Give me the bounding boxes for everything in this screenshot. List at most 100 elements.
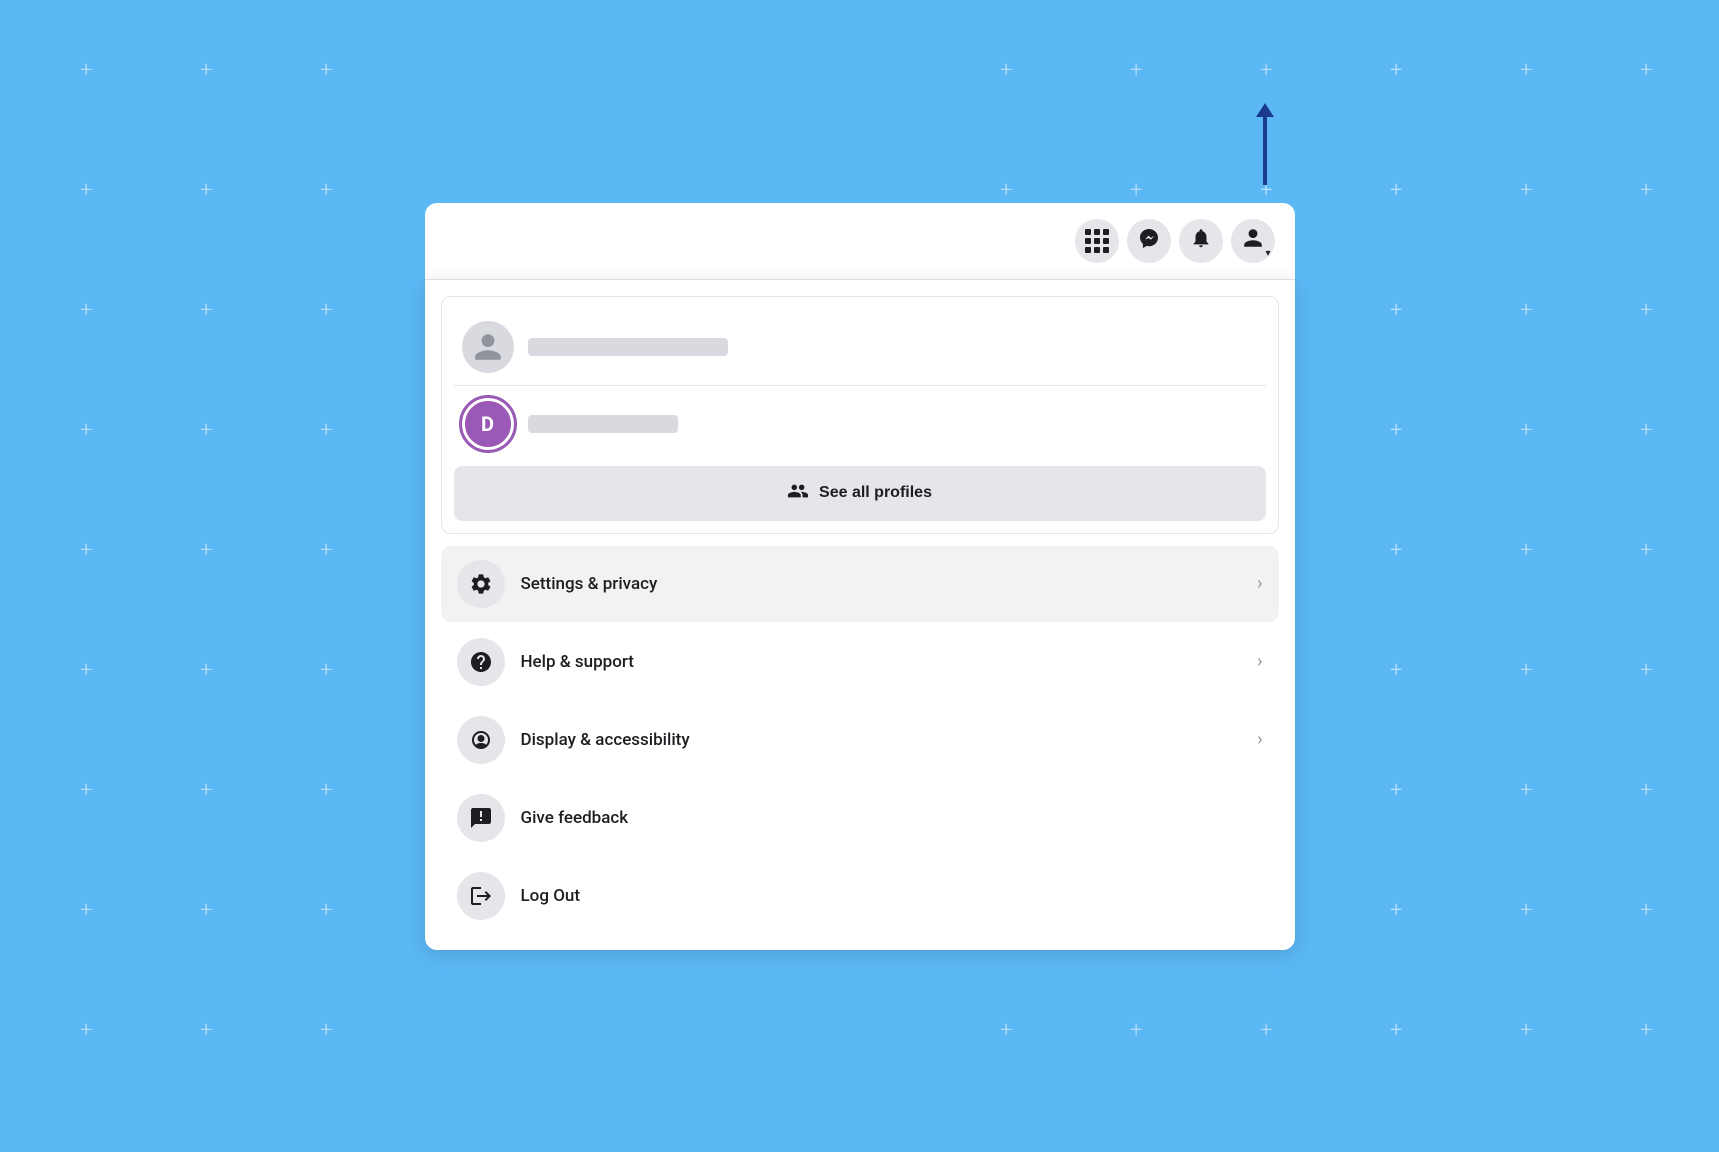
plus-icon: + bbox=[1130, 180, 1142, 202]
plus-icon: + bbox=[1520, 540, 1532, 562]
menu-help-label: Help & support bbox=[521, 652, 1242, 672]
plus-icon: + bbox=[1260, 60, 1272, 82]
plus-icon: + bbox=[320, 900, 332, 922]
plus-icon: + bbox=[80, 180, 92, 202]
menu-settings-label: Settings & privacy bbox=[521, 574, 1242, 594]
plus-icon: + bbox=[1390, 900, 1402, 922]
menu-feedback-label: Give feedback bbox=[521, 808, 1263, 828]
nav-bar: ▾ bbox=[425, 203, 1295, 280]
plus-icon: + bbox=[1130, 1020, 1142, 1042]
plus-icon: + bbox=[320, 780, 332, 802]
plus-icon: + bbox=[200, 180, 212, 202]
help-chevron-icon: › bbox=[1257, 651, 1262, 672]
plus-icon: + bbox=[1640, 780, 1652, 802]
plus-icon: + bbox=[200, 900, 212, 922]
plus-icon: + bbox=[320, 540, 332, 562]
plus-icon: + bbox=[80, 60, 92, 82]
plus-icon: + bbox=[1640, 60, 1652, 82]
plus-icon: + bbox=[1520, 60, 1532, 82]
profile-name-1 bbox=[528, 338, 728, 356]
account-icon bbox=[1242, 227, 1264, 254]
plus-icon: + bbox=[200, 540, 212, 562]
profile-item-1[interactable] bbox=[454, 309, 1266, 385]
bell-icon bbox=[1190, 227, 1212, 254]
plus-icon: + bbox=[1390, 540, 1402, 562]
plus-icon: + bbox=[1640, 180, 1652, 202]
plus-icon: + bbox=[1390, 780, 1402, 802]
display-icon-circle bbox=[457, 716, 505, 764]
messenger-icon bbox=[1138, 227, 1160, 255]
plus-icon: + bbox=[1130, 60, 1142, 82]
plus-icon: + bbox=[1000, 180, 1012, 202]
profile-item-2[interactable]: D bbox=[454, 385, 1266, 462]
plus-icon: + bbox=[1640, 660, 1652, 682]
plus-icon: + bbox=[320, 300, 332, 322]
plus-icon: + bbox=[1520, 780, 1532, 802]
menu-item-help-support[interactable]: Help & support › bbox=[441, 624, 1279, 700]
main-container: ▾ D bbox=[425, 203, 1295, 950]
plus-icon: + bbox=[1520, 420, 1532, 442]
settings-chevron-icon: › bbox=[1257, 573, 1262, 594]
plus-icon: + bbox=[1390, 420, 1402, 442]
grid-icon bbox=[1085, 229, 1109, 253]
plus-icon: + bbox=[1640, 1020, 1652, 1042]
plus-icon: + bbox=[320, 660, 332, 682]
plus-icon: + bbox=[1640, 300, 1652, 322]
plus-icon: + bbox=[1640, 420, 1652, 442]
profile-avatar-1 bbox=[462, 321, 514, 373]
plus-icon: + bbox=[1520, 1020, 1532, 1042]
plus-icon: + bbox=[1520, 660, 1532, 682]
menu-display-label: Display & accessibility bbox=[521, 730, 1242, 750]
plus-icon: + bbox=[200, 660, 212, 682]
dropdown-panel: D See all profiles bbox=[425, 280, 1295, 950]
see-all-profiles-label: See all profiles bbox=[819, 484, 932, 502]
plus-icon: + bbox=[1000, 1020, 1012, 1042]
plus-icon: + bbox=[1520, 180, 1532, 202]
plus-icon: + bbox=[200, 780, 212, 802]
menu-item-give-feedback[interactable]: Give feedback bbox=[441, 780, 1279, 856]
plus-icon: + bbox=[200, 1020, 212, 1042]
see-all-profiles-button[interactable]: See all profiles bbox=[454, 466, 1266, 521]
plus-icon: + bbox=[320, 420, 332, 442]
plus-icon: + bbox=[200, 300, 212, 322]
people-icon bbox=[787, 480, 809, 507]
plus-icon: + bbox=[80, 1020, 92, 1042]
plus-icon: + bbox=[80, 780, 92, 802]
plus-icon: + bbox=[80, 900, 92, 922]
plus-icon: + bbox=[80, 420, 92, 442]
plus-icon: + bbox=[320, 1020, 332, 1042]
plus-icon: + bbox=[80, 300, 92, 322]
plus-icon: + bbox=[320, 180, 332, 202]
profiles-section: D See all profiles bbox=[441, 296, 1279, 534]
plus-icon: + bbox=[1390, 300, 1402, 322]
plus-icon: + bbox=[1520, 900, 1532, 922]
menu-item-log-out[interactable]: Log Out bbox=[441, 858, 1279, 934]
plus-icon: + bbox=[1520, 300, 1532, 322]
menu-section: Settings & privacy › Help & support › bbox=[441, 546, 1279, 934]
plus-icon: + bbox=[1390, 660, 1402, 682]
help-icon-circle bbox=[457, 638, 505, 686]
profile-avatar-2: D bbox=[462, 398, 514, 450]
plus-icon: + bbox=[1390, 60, 1402, 82]
arrow-indicator bbox=[1263, 115, 1267, 185]
menu-logout-label: Log Out bbox=[521, 886, 1263, 906]
messenger-button[interactable] bbox=[1127, 219, 1171, 263]
profile-name-2 bbox=[528, 415, 678, 433]
menu-grid-button[interactable] bbox=[1075, 219, 1119, 263]
plus-icon: + bbox=[320, 60, 332, 82]
plus-icon: + bbox=[1390, 180, 1402, 202]
menu-item-settings-privacy[interactable]: Settings & privacy › bbox=[441, 546, 1279, 622]
display-chevron-icon: › bbox=[1257, 729, 1262, 750]
notifications-button[interactable] bbox=[1179, 219, 1223, 263]
plus-icon: + bbox=[80, 540, 92, 562]
plus-icon: + bbox=[1640, 540, 1652, 562]
account-button[interactable]: ▾ bbox=[1231, 219, 1275, 263]
logout-icon-circle bbox=[457, 872, 505, 920]
plus-icon: + bbox=[1640, 900, 1652, 922]
menu-item-display-accessibility[interactable]: Display & accessibility › bbox=[441, 702, 1279, 778]
plus-icon: + bbox=[1260, 1020, 1272, 1042]
plus-icon: + bbox=[1000, 60, 1012, 82]
feedback-icon-circle bbox=[457, 794, 505, 842]
plus-icon: + bbox=[200, 420, 212, 442]
plus-icon: + bbox=[80, 660, 92, 682]
